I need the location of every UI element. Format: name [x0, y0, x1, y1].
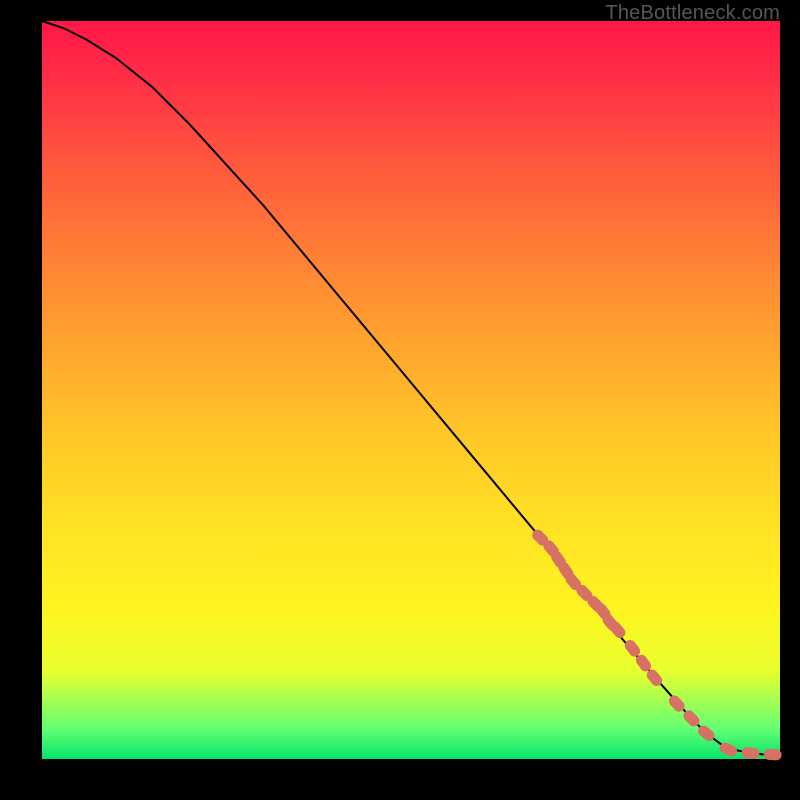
marker-layer: [530, 527, 782, 760]
plot-area: [42, 21, 780, 759]
data-marker: [763, 749, 782, 761]
curve-layer: [42, 21, 780, 755]
chart-stage: TheBottleneck.com: [0, 0, 800, 800]
chart-svg: [42, 21, 780, 759]
data-marker: [741, 747, 760, 760]
curve-path: [42, 21, 780, 755]
